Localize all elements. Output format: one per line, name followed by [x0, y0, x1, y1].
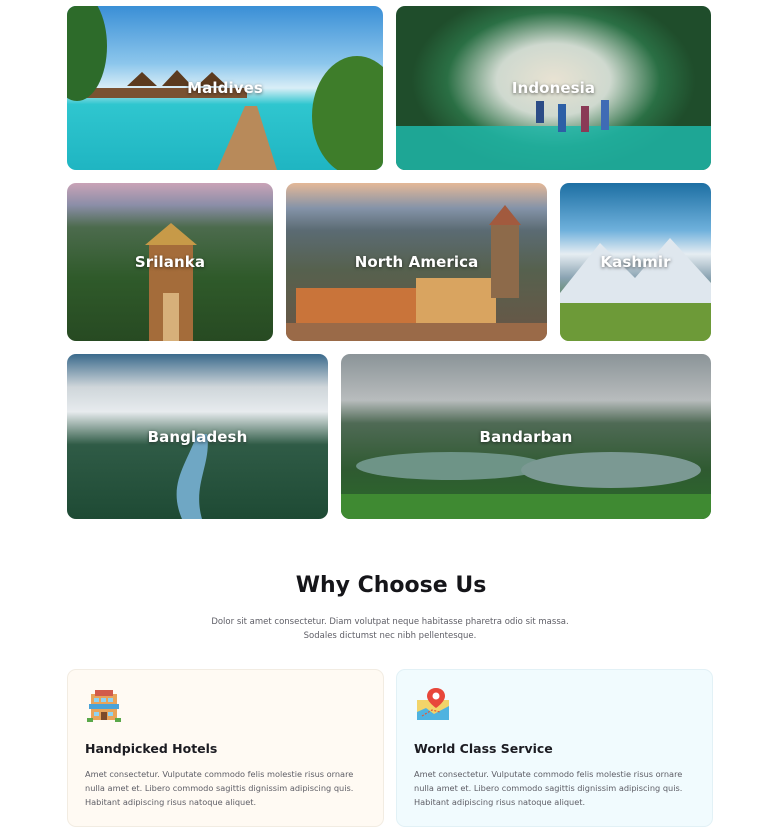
- feature-title: Handpicked Hotels: [85, 741, 218, 756]
- destination-card-srilanka[interactable]: Srilanka: [67, 183, 273, 341]
- section-description-line: Sodales dictumst nec nibh pellentesque.: [303, 631, 477, 641]
- destination-label: Indonesia: [511, 79, 596, 97]
- feature-card-hotels: Handpicked Hotels Amet consectetur. Vulp…: [67, 669, 384, 827]
- section-description: Dolor sit amet consectetur. Diam volutpa…: [190, 615, 590, 643]
- destination-card-north-america[interactable]: North America: [286, 183, 547, 341]
- destination-card-kashmir[interactable]: Kashmir: [560, 183, 711, 341]
- map-pin-icon: [414, 686, 452, 724]
- feature-text: Amet consectetur. Vulputate commodo feli…: [85, 769, 354, 807]
- hotel-icon: [85, 686, 123, 724]
- destination-card-bangladesh[interactable]: Bangladesh: [67, 354, 328, 519]
- section-title: Why Choose Us: [295, 573, 487, 598]
- destination-label: Maldives: [187, 79, 263, 97]
- destination-label: Bandarban: [479, 427, 573, 446]
- destination-label: North America: [354, 253, 479, 271]
- destination-label: Bangladesh: [147, 427, 248, 446]
- section-description-line: Dolor sit amet consectetur. Diam volutpa…: [211, 617, 569, 627]
- feature-title: World Class Service: [414, 741, 553, 756]
- destination-label: Kashmir: [600, 253, 671, 271]
- destination-label: Srilanka: [134, 253, 206, 271]
- destination-card-bandarban[interactable]: Bandarban: [341, 354, 711, 519]
- destination-card-indonesia[interactable]: Indonesia: [396, 6, 711, 170]
- feature-card-service: World Class Service Amet consectetur. Vu…: [396, 669, 713, 827]
- destination-card-maldives[interactable]: Maldives: [67, 6, 383, 170]
- feature-text: Amet consectetur. Vulputate commodo feli…: [414, 769, 683, 807]
